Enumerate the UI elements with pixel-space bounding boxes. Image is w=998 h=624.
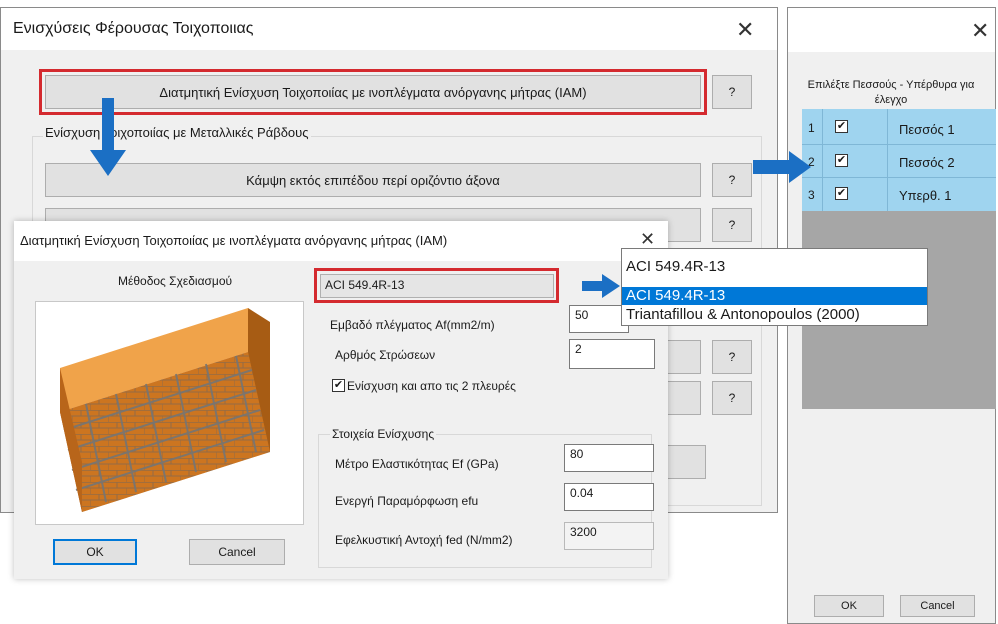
pier-cancel-button[interactable]: Cancel <box>900 595 975 617</box>
iam-dialog-title: Διατμητική Ενίσχυση Τοιχοποιίας με ινοπλ… <box>20 233 448 248</box>
close-icon[interactable]: ✕ <box>736 19 754 41</box>
arrow-icon <box>582 274 620 298</box>
close-icon[interactable]: ✕ <box>971 20 989 42</box>
stress-input: 3200 <box>564 522 654 550</box>
strain-input[interactable]: 0.04 <box>564 483 654 511</box>
layers-label: Αρθμός Στρώσεων <box>335 348 436 362</box>
row-name: Πεσσός 2 <box>899 155 955 170</box>
reinforcement-data-label: Στοιχεία Ενίσχυσης <box>330 427 437 441</box>
modulus-input[interactable]: 80 <box>564 444 654 472</box>
pier-dialog-titlebar <box>788 8 995 52</box>
row-checkbox[interactable]: ✔ <box>835 120 848 133</box>
both-sides-checkbox[interactable]: ✔ <box>332 379 345 392</box>
method-dropdown: ACI 549.4R-13 ACI 549.4R-13 Triantafillo… <box>621 248 928 326</box>
table-row[interactable]: 3 ✔ Υπερθ. 1 <box>802 178 996 211</box>
grid-col-divider <box>822 109 823 211</box>
check-icon: ✔ <box>333 379 344 391</box>
both-sides-label: Ενίσχυση και απο τις 2 πλευρές <box>347 379 516 393</box>
check-icon: ✔ <box>836 154 847 166</box>
close-icon[interactable]: ✕ <box>640 230 655 248</box>
iam-ok-button[interactable]: OK <box>53 539 137 565</box>
row-number: 1 <box>808 121 815 135</box>
row-checkbox[interactable]: ✔ <box>835 154 848 167</box>
iam-cancel-button[interactable]: Cancel <box>189 539 285 565</box>
table-row[interactable]: 1 ✔ Πεσσός 1 <box>802 109 996 145</box>
row-name: Πεσσός 1 <box>899 122 955 137</box>
grid-col-divider <box>887 109 888 211</box>
arrow-icon <box>753 151 811 183</box>
method-dropdown-current[interactable]: ACI 549.4R-13 <box>626 258 725 275</box>
arrow-icon <box>90 98 126 176</box>
check-icon: ✔ <box>836 120 847 132</box>
row-name: Υπερθ. 1 <box>899 188 952 203</box>
main-dialog-title: Ενισχύσεις Φέρουσας Τοιχοποιιας <box>13 20 254 37</box>
row-number: 3 <box>808 188 815 202</box>
out-of-plane-bending-button[interactable]: Κάμψη εκτός επιπέδου περί οριζόντιο άξον… <box>45 163 701 197</box>
pier-ok-button[interactable]: OK <box>814 595 884 617</box>
stress-label: Εφελκυστική Αντοχή fed (N/mm2) <box>335 533 513 547</box>
dropdown-option[interactable]: ACI 549.4R-13 <box>622 287 927 305</box>
steel-rods-group-label: Ενίσχυση Τοιχοποιίας με Μεταλλικές Ράβδο… <box>43 125 311 140</box>
help-button[interactable]: ? <box>712 381 752 415</box>
help-button[interactable]: ? <box>712 208 752 242</box>
dropdown-option[interactable]: Triantafillou & Antonopoulos (2000) <box>622 306 927 324</box>
table-row[interactable]: 2 ✔ Πεσσός 2 <box>802 145 996 178</box>
help-button[interactable]: ? <box>712 340 752 374</box>
row-checkbox[interactable]: ✔ <box>835 187 848 200</box>
check-icon: ✔ <box>836 187 847 199</box>
layers-input[interactable]: 2 <box>569 339 655 369</box>
help-button[interactable]: ? <box>712 75 752 109</box>
method-highlight-box <box>314 268 559 303</box>
iam-dialog: Διατμητική Ενίσχυση Τοιχοποιίας με ινοπλ… <box>14 221 668 579</box>
masonry-wall-image <box>35 301 304 525</box>
pier-dialog-header: Επιλέξτε Πεσσούς - Υπέρθυρα για έλεγχο <box>807 79 975 106</box>
modulus-label: Μέτρο Ελαστικότητας Ef (GPa) <box>335 457 499 471</box>
design-method-label: Μέθοδος Σχεδιασμού <box>118 274 233 288</box>
strain-label: Ενεργή Παραμόρφωση efu <box>335 494 479 508</box>
mesh-area-label: Εμβαδό πλέγματος Af(mm2/m) <box>330 318 495 332</box>
masonry-wall-image <box>60 308 270 512</box>
help-button[interactable]: ? <box>712 163 752 197</box>
iam-highlight-box <box>39 69 707 115</box>
mesh-area-input[interactable]: 50 <box>569 305 629 333</box>
